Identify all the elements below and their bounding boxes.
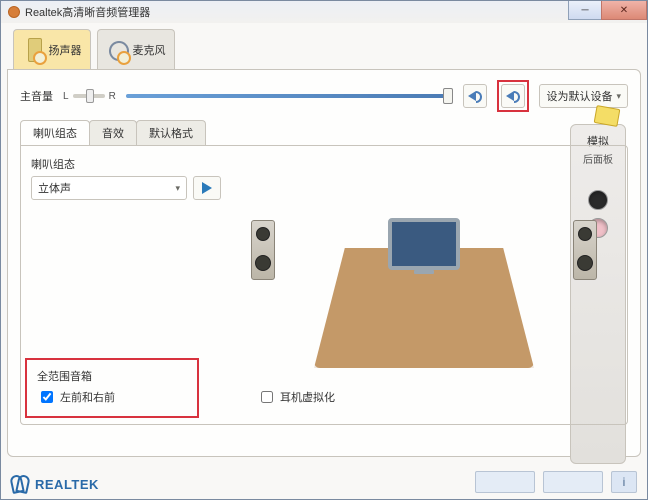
headphone-virtualization-label: 耳机虚拟化 (280, 389, 335, 405)
config-label: 喇叭组态 (31, 156, 221, 172)
headphone-virtualization-row[interactable]: 耳机虚拟化 (257, 388, 335, 406)
headphone-virtualization-checkbox[interactable] (261, 391, 273, 403)
tab-speakers[interactable]: 扬声器 (13, 29, 91, 69)
footer-right: i (475, 471, 637, 493)
balance-slider[interactable] (73, 94, 105, 98)
volume-icon (468, 89, 482, 103)
dropdown-value: 立体声 (38, 180, 71, 196)
microphone-icon (107, 37, 129, 63)
full-range-checkbox-label: 左前和右前 (60, 389, 115, 405)
footer-brand: REALTEK (11, 475, 99, 493)
set-default-device-dropdown[interactable]: 设为默认设备 (539, 84, 628, 108)
footer-button-2[interactable] (543, 471, 603, 493)
speaker-scene (231, 156, 617, 414)
full-range-checkbox-row[interactable]: 左前和右前 (37, 388, 187, 406)
subtabs: 喇叭组态 音效 默认格式 (20, 120, 628, 145)
balance-control[interactable]: L R (63, 91, 116, 102)
subtab-default-format[interactable]: 默认格式 (136, 120, 206, 145)
full-range-checkbox[interactable] (41, 391, 53, 403)
balance-right-label: R (109, 91, 116, 102)
subtab-sound-effect[interactable]: 音效 (89, 120, 137, 145)
app-window: Realtek高清晰音频管理器 ─ ✕ 扬声器 麦克风 主音量 L R (0, 0, 648, 500)
tab-label: 扬声器 (49, 42, 82, 58)
minimize-button[interactable]: ─ (568, 1, 602, 20)
tab-microphone[interactable]: 麦克风 (97, 29, 175, 69)
master-volume-label: 主音量 (20, 88, 53, 104)
speaker-config-dropdown[interactable]: 立体声 (31, 176, 187, 200)
audio-settings-button[interactable] (501, 84, 525, 108)
titlebar: Realtek高清晰音频管理器 ─ ✕ (1, 1, 647, 23)
default-device-label: 设为默认设备 (546, 88, 612, 104)
balance-left-label: L (63, 91, 69, 102)
info-button[interactable]: i (611, 471, 637, 493)
tab-label: 麦克风 (133, 42, 166, 58)
volume-icon (506, 89, 520, 103)
left-speaker-graphic[interactable] (251, 220, 275, 280)
volume-slider[interactable] (126, 94, 454, 98)
full-range-box: 全范围音箱 左前和右前 (25, 358, 199, 418)
realtek-logo-icon (11, 475, 29, 493)
full-range-title: 全范围音箱 (37, 368, 187, 384)
device-tabs: 扬声器 麦克风 (7, 29, 641, 69)
highlight-box (497, 80, 529, 112)
realtek-brand-text: REALTEK (35, 477, 99, 492)
main-panel: 主音量 L R 设为默认设备 (7, 69, 641, 457)
monitor-graphic (388, 218, 460, 270)
right-speaker-graphic[interactable] (573, 220, 597, 280)
app-icon (7, 5, 21, 19)
test-play-button[interactable] (193, 176, 221, 200)
subtab-speaker-config[interactable]: 喇叭组态 (20, 120, 90, 145)
speaker-config-panel: 喇叭组态 立体声 全范围音箱 (20, 145, 628, 425)
master-volume-row: 主音量 L R 设为默认设备 (20, 80, 628, 112)
folder-icon[interactable] (594, 105, 621, 127)
speaker-icon (23, 37, 45, 63)
close-button[interactable]: ✕ (601, 1, 647, 20)
window-title: Realtek高清晰音频管理器 (25, 4, 150, 20)
mute-button[interactable] (463, 84, 487, 108)
footer-button-1[interactable] (475, 471, 535, 493)
